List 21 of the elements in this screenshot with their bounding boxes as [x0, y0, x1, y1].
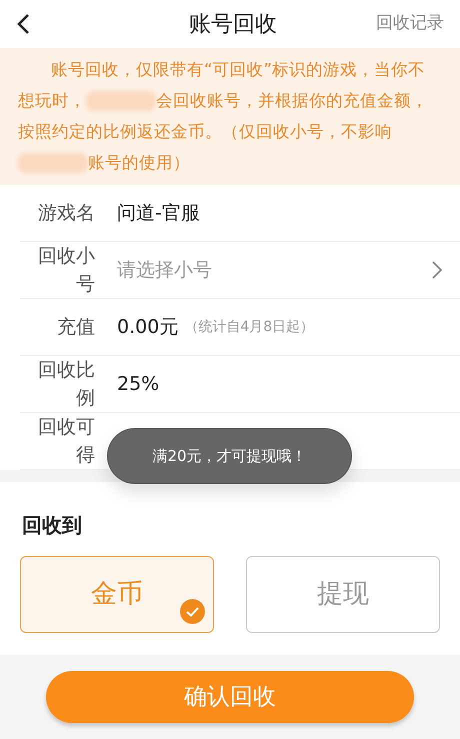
notice-text: 账号回收，仅限带有“可回收”标识的游戏，当你不想玩时， 会回收账号，并根据你的充值金额，按照约定的比例返还金币。（仅回收小号，不影响 账号的使用） — [0, 48, 460, 185]
recycle-records-link[interactable]: 回收记录 — [376, 11, 444, 37]
field-label: 回收可得 — [37, 415, 95, 468]
recycle-option[interactable]: 提现 — [246, 556, 440, 633]
chevron-right-icon[interactable] — [432, 261, 442, 279]
field-label: 回收比例 — [37, 358, 95, 411]
page-title: 账号回收 — [189, 10, 277, 38]
confirm-recycle-button[interactable]: 确认回收 — [46, 671, 414, 723]
toast-message: 满20元，才可提现哦！ — [107, 428, 352, 484]
account-picker[interactable]: 请选择小号 — [117, 256, 432, 284]
field-label: 游戏名 — [37, 201, 95, 226]
field-label: 回收小号 — [37, 244, 95, 297]
field-value: 0.00元 — [117, 314, 178, 340]
back-icon[interactable] — [16, 13, 30, 35]
section-title: 回收到 — [21, 512, 83, 539]
field-label: 充值 — [56, 315, 95, 340]
field-value: 25% — [117, 372, 160, 397]
field-note: （统计自4月8日起） — [184, 318, 314, 336]
check-icon — [180, 599, 205, 624]
recycle-option[interactable]: 金币 — [20, 556, 214, 633]
field-value: 问道-官服 — [117, 200, 200, 226]
